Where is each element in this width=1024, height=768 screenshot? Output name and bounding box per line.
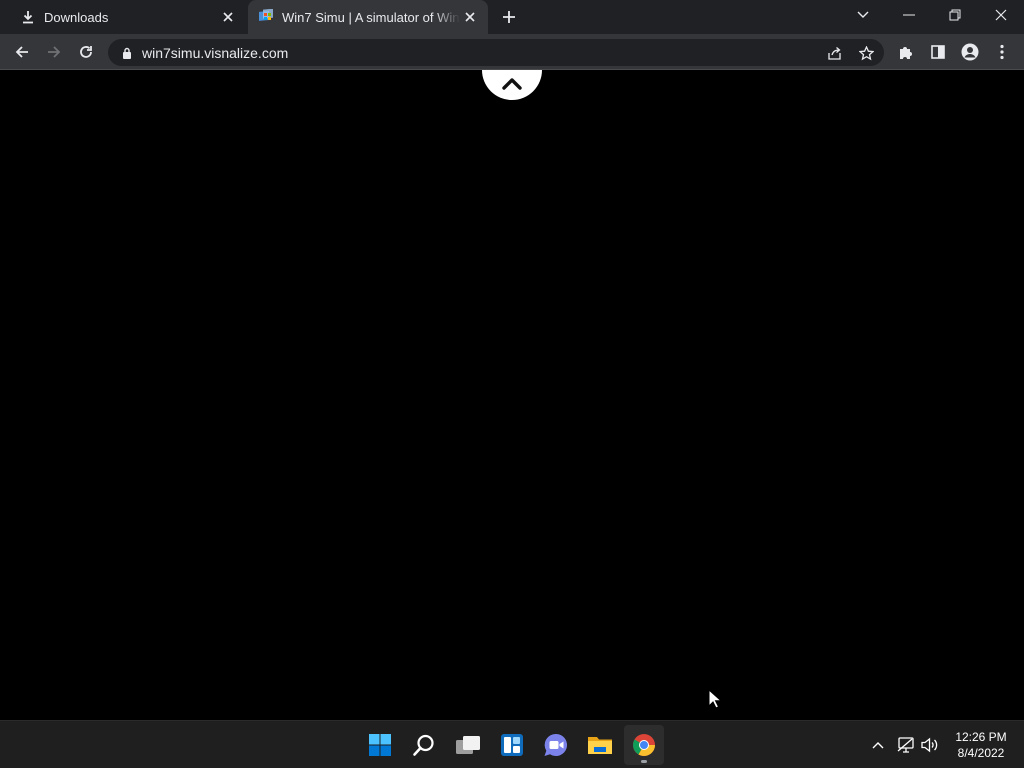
close-icon <box>995 9 1007 21</box>
lock-icon[interactable] <box>120 46 134 60</box>
chevron-down-icon <box>857 11 869 18</box>
widgets-icon <box>501 734 523 756</box>
search-icon <box>413 734 434 756</box>
tab-downloads[interactable]: Downloads <box>0 0 246 34</box>
star-icon[interactable] <box>856 43 876 63</box>
url-text: win7simu.visnalize.com <box>142 44 289 61</box>
forward-button[interactable] <box>40 38 68 66</box>
taskbar: 12:26 PM 8/4/2022 <box>0 720 1024 768</box>
close-icon[interactable] <box>460 7 480 27</box>
profile-icon <box>961 43 979 61</box>
side-panel-button[interactable] <box>924 38 952 66</box>
screen: Downloads Win7 Simu | A simulator of Win… <box>0 0 1024 768</box>
chat-icon <box>544 733 568 756</box>
page-content <box>0 70 1024 720</box>
extensions-button[interactable] <box>892 38 920 66</box>
win7simu-favicon <box>258 9 274 25</box>
chrome-icon <box>633 734 655 756</box>
profile-button[interactable] <box>956 38 984 66</box>
minimize-button[interactable] <box>886 0 932 30</box>
arrow-left-icon <box>15 46 28 58</box>
chevron-up-icon <box>502 78 522 90</box>
volume-button[interactable] <box>920 735 940 755</box>
new-tab-button[interactable] <box>499 7 519 27</box>
file-explorer-button[interactable] <box>580 725 620 765</box>
reload-button[interactable] <box>72 38 100 66</box>
close-window-button[interactable] <box>978 0 1024 30</box>
plus-icon <box>503 11 515 23</box>
start-icon <box>369 734 391 756</box>
share-icon[interactable] <box>824 43 844 63</box>
task-view-icon <box>456 736 480 754</box>
arrow-right-icon <box>48 46 61 58</box>
show-hidden-icons-button[interactable] <box>868 735 888 755</box>
mouse-cursor-icon <box>708 689 722 709</box>
tab-win7simu[interactable]: Win7 Simu | A simulator of Windows 7 <box>248 0 488 34</box>
tab-strip: Downloads Win7 Simu | A simulator of Win… <box>0 0 1024 34</box>
browser-toolbar: win7simu.visnalize.com <box>0 34 1024 70</box>
restore-icon <box>949 9 961 21</box>
side-panel-icon <box>931 45 945 59</box>
download-icon <box>20 9 36 25</box>
puzzle-icon <box>900 47 912 59</box>
kebab-menu-icon <box>1000 44 1004 60</box>
file-explorer-icon <box>588 737 612 754</box>
address-bar[interactable]: win7simu.visnalize.com <box>108 39 884 66</box>
chrome-button[interactable] <box>624 725 664 765</box>
tab-title: Downloads <box>44 9 109 25</box>
back-button[interactable] <box>8 38 36 66</box>
reload-icon <box>80 46 92 58</box>
widgets-button[interactable] <box>492 725 532 765</box>
minimize-icon <box>903 14 915 16</box>
running-indicator <box>641 760 647 763</box>
scroll-up-button[interactable] <box>482 70 542 100</box>
menu-button[interactable] <box>988 38 1016 66</box>
tab-search-button[interactable] <box>840 0 886 30</box>
chat-button[interactable] <box>536 725 576 765</box>
network-icon <box>897 737 914 753</box>
chevron-up-icon <box>872 742 884 749</box>
close-icon[interactable] <box>218 7 238 27</box>
start-button[interactable] <box>360 725 400 765</box>
task-view-button[interactable] <box>448 725 488 765</box>
clock-time: 12:26 PM <box>955 730 1007 744</box>
search-button[interactable] <box>404 725 444 765</box>
tab-title: Win7 Simu | A simulator of Windows 7 <box>282 9 460 25</box>
network-button[interactable] <box>896 735 916 755</box>
volume-icon <box>921 737 938 753</box>
clock-date: 8/4/2022 <box>957 746 1005 760</box>
clock[interactable]: 12:26 PM 8/4/2022 <box>948 729 1014 761</box>
restore-button[interactable] <box>932 0 978 30</box>
